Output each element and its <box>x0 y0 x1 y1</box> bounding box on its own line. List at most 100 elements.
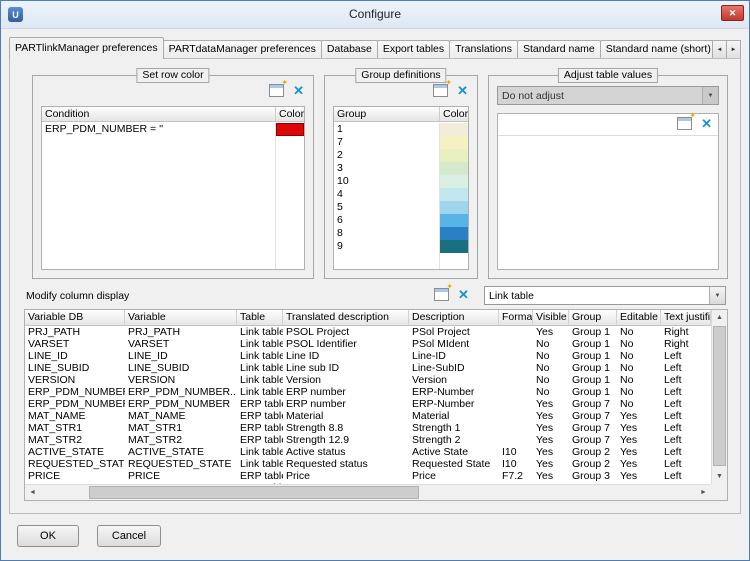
tab-scroll-right-button[interactable]: ► <box>726 40 741 59</box>
main-column-header[interactable]: Variable DB <box>25 310 125 326</box>
group-row[interactable]: 3 <box>334 162 468 175</box>
table-cell <box>499 398 533 410</box>
group-definitions-body: 17231045689 <box>334 123 468 269</box>
row-color-row[interactable]: ERP_PDM_NUMBER = '' <box>42 123 304 136</box>
vertical-scrollbar[interactable]: ▲ ▼ <box>711 310 727 484</box>
main-column-header[interactable]: Group <box>569 310 617 326</box>
table-row[interactable]: VERSIONVERSIONLink tableVersionVersionNo… <box>25 374 711 386</box>
table-row[interactable]: VARSETVARSETLink tablePSOL IdentifierPSo… <box>25 338 711 350</box>
new-entry-icon[interactable] <box>433 84 448 97</box>
chevron-down-icon: ▼ <box>708 93 714 99</box>
table-cell: Yes <box>617 422 661 434</box>
close-button[interactable]: ✕ <box>721 5 744 21</box>
table-row[interactable]: REQUESTED_STATEREQUESTED_STATELink table… <box>25 458 711 470</box>
group-table: Group Color 17231045689 <box>333 106 469 270</box>
delete-icon[interactable]: ✕ <box>293 84 304 97</box>
scroll-right-icon[interactable]: ► <box>696 485 711 500</box>
horizontal-scrollbar[interactable]: ◄ ► <box>25 484 711 500</box>
table-cell: Active State <box>409 446 499 458</box>
group-row[interactable]: 9 <box>334 240 468 253</box>
table-cell: ERP table <box>237 422 283 434</box>
new-entry-icon[interactable] <box>677 117 692 130</box>
main-column-header[interactable]: Text justification <box>661 310 711 326</box>
column-header-color[interactable]: Color <box>440 107 468 121</box>
table-row[interactable]: PRICEPRICEERP tablePricePriceF7.2YesGrou… <box>25 470 711 482</box>
table-cell: Group 7 <box>569 398 617 410</box>
adjust-values-toolbar: ✕ <box>677 117 712 130</box>
color-swatch <box>440 162 468 175</box>
table-cell: Link table <box>237 374 283 386</box>
table-cell: No <box>533 350 569 362</box>
table-row[interactable]: MAT_STR1MAT_STR1ERP tableStrength 8.8Str… <box>25 422 711 434</box>
new-entry-icon[interactable] <box>434 288 449 301</box>
scroll-up-icon[interactable]: ▲ <box>712 310 727 325</box>
table-row[interactable]: LINE_IDLINE_IDLink tableLine IDLine-IDNo… <box>25 350 711 362</box>
table-cell <box>499 434 533 446</box>
tab-translations[interactable]: Translations <box>449 40 518 59</box>
group-definitions-panel: Group definitions ✕ Group Color 17231045… <box>324 75 478 279</box>
group-row[interactable]: 10 <box>334 175 468 188</box>
delete-icon[interactable]: ✕ <box>457 84 468 97</box>
column-header-group[interactable]: Group <box>334 107 440 121</box>
table-cell: REQUESTED_STATE <box>125 458 237 470</box>
table-row[interactable]: MAT_NAMEMAT_NAMEERP tableMaterialMateria… <box>25 410 711 422</box>
table-cell: ERP-Number <box>409 398 499 410</box>
table-cell: Link table <box>237 350 283 362</box>
table-row[interactable]: ERP_PDM_NUMBERERP_PDM_NUMBER...Link tabl… <box>25 386 711 398</box>
table-row[interactable]: MAT_STR2MAT_STR2ERP tableStrength 12.9St… <box>25 434 711 446</box>
table-row[interactable]: PRJ_PATHPRJ_PATHLink tablePSOL ProjectPS… <box>25 326 711 338</box>
delete-icon[interactable]: ✕ <box>701 117 712 130</box>
group-row[interactable]: 2 <box>334 149 468 162</box>
table-cell: MAT_NAME <box>25 410 125 422</box>
table-cell: Group 1 <box>569 374 617 386</box>
cancel-button[interactable]: Cancel <box>97 525 161 547</box>
group-cell: 10 <box>334 175 440 188</box>
tab-partdatamanager-preferences[interactable]: PARTdataManager preferences <box>163 40 322 59</box>
adjust-table-values-panel: Adjust table values Do not adjust ▼ ✕ <box>488 75 728 279</box>
tab-scroll-left-button[interactable]: ◄ <box>712 40 727 59</box>
ok-button[interactable]: OK <box>17 525 79 547</box>
main-column-header[interactable]: Format <box>499 310 533 326</box>
tab-export-tables[interactable]: Export tables <box>377 40 450 59</box>
dropdown-arrow-button[interactable]: ▼ <box>702 87 718 104</box>
main-column-header[interactable]: Visible <box>533 310 569 326</box>
vertical-scrollbar-thumb[interactable] <box>713 326 726 466</box>
table-cell: No <box>617 362 661 374</box>
tab-database[interactable]: Database <box>321 40 378 59</box>
scroll-left-icon[interactable]: ◄ <box>25 485 40 500</box>
group-row[interactable]: 4 <box>334 188 468 201</box>
table-cell: Left <box>661 410 711 422</box>
table-row[interactable]: ACTIVE_STATEACTIVE_STATELink tableActive… <box>25 446 711 458</box>
horizontal-scrollbar-thumb[interactable] <box>89 486 419 499</box>
group-cell: 4 <box>334 188 440 201</box>
set-row-color-toolbar: ✕ <box>269 84 304 97</box>
main-column-header[interactable]: Translated description <box>283 310 409 326</box>
tab-scroll-buttons: ◄ ► <box>713 40 741 59</box>
group-row[interactable]: 7 <box>334 136 468 149</box>
main-column-header[interactable]: Editable <box>617 310 661 326</box>
table-row[interactable]: ERP_PDM_NUMBERERP_PDM_NUMBERERP tableERP… <box>25 398 711 410</box>
table-cell: PSol MIdent <box>409 338 499 350</box>
main-column-header[interactable]: Table <box>237 310 283 326</box>
table-select-dropdown[interactable]: Link table ▼ <box>484 286 726 305</box>
column-header-color[interactable]: Color <box>276 107 304 121</box>
group-row[interactable]: 5 <box>334 201 468 214</box>
title-bar[interactable]: U Configure ✕ <box>1 1 749 29</box>
scroll-down-icon[interactable]: ▼ <box>712 469 727 484</box>
tab-standard-name-short-[interactable]: Standard name (short) <box>600 40 713 59</box>
dropdown-arrow-button[interactable]: ▼ <box>709 287 725 304</box>
tab-partlinkmanager-preferences[interactable]: PARTlinkManager preferences <box>9 37 164 59</box>
new-entry-icon[interactable] <box>269 84 284 97</box>
tab-standard-name[interactable]: Standard name <box>517 40 601 59</box>
group-row[interactable]: 1 <box>334 123 468 136</box>
adjust-mode-dropdown[interactable]: Do not adjust ▼ <box>497 86 719 105</box>
main-column-header[interactable]: Variable <box>125 310 237 326</box>
group-row[interactable]: 6 <box>334 214 468 227</box>
table-cell: Version <box>283 374 409 386</box>
column-header-condition[interactable]: Condition <box>42 107 276 121</box>
table-cell: PSOL Identifier <box>283 338 409 350</box>
delete-icon[interactable]: ✕ <box>458 288 469 301</box>
table-row[interactable]: LINE_SUBIDLINE_SUBIDLink tableLine sub I… <box>25 362 711 374</box>
main-column-header[interactable]: Description <box>409 310 499 326</box>
group-row[interactable]: 8 <box>334 227 468 240</box>
